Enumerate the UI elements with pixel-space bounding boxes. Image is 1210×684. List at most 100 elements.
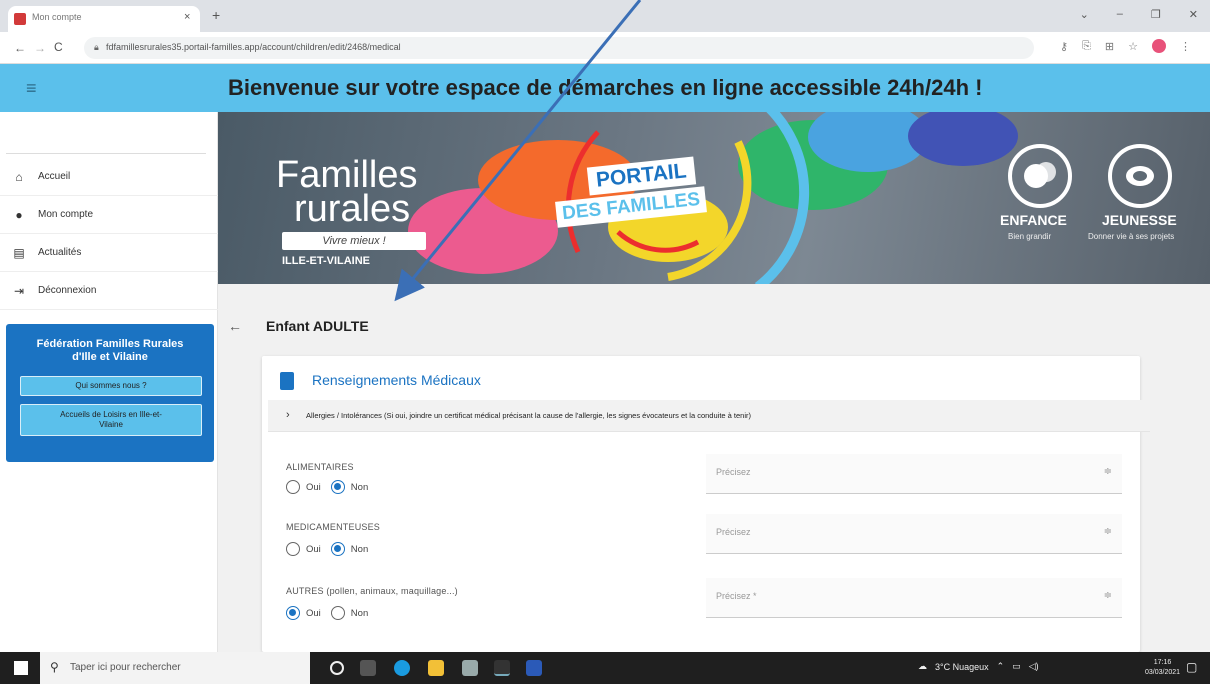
sidebar-item-label: Mon compte (38, 209, 94, 220)
windows-taskbar: ⚲ Taper ici pour rechercher ☁ 3°C Nuageu… (0, 652, 1210, 684)
sidebar-item-deconnexion[interactable]: ⇥ Déconnexion (0, 272, 218, 310)
windows-start-icon[interactable] (14, 661, 28, 675)
tray-up-icon[interactable]: ⌃ (997, 661, 1005, 672)
qui-sommes-nous-button[interactable]: Qui sommes nous ? (20, 376, 202, 396)
autres-radio-group: Oui Non (286, 606, 368, 620)
favicon-icon (14, 13, 26, 25)
weather-icon: ☁ (918, 661, 927, 671)
resize-icon: ≑ (1103, 526, 1112, 537)
sidebar-item-mon-compte[interactable]: ● Mon compte (0, 196, 218, 234)
browser-menu-icon[interactable]: ⋮ (1180, 40, 1191, 53)
volume-icon[interactable]: ◁) (1029, 661, 1039, 672)
key-icon[interactable]: ⚷ (1060, 40, 1068, 53)
file-explorer-icon[interactable] (428, 660, 444, 676)
tab-title: Mon compte (32, 12, 82, 22)
jeunesse-subtitle: Donner vie à ses projets (1088, 232, 1175, 241)
accueils-loisirs-button[interactable]: Accueils de Loisirs en Ille-et- Vilaine (20, 404, 202, 436)
familles-rurales-logo: Familles rurales (276, 154, 418, 230)
radio-oui-selected[interactable] (286, 606, 300, 620)
system-tray: ☁ 3°C Nuageux ⌃ ▭ ◁) (918, 661, 1039, 672)
enfance-title[interactable]: ENFANCE (1000, 212, 1067, 228)
tab-search-icon[interactable]: ⌄ (1080, 8, 1089, 21)
browser-forward-icon[interactable]: → (34, 41, 46, 55)
task-view-icon[interactable] (360, 660, 376, 676)
chevron-right-icon: › (286, 409, 290, 421)
sidebar-top-area (6, 116, 206, 154)
browser-tab[interactable]: Mon compte × (8, 6, 200, 32)
federation-title: Fédération Familles Rurales d'Ille et Vi… (36, 338, 184, 363)
notification-icon[interactable]: ▢ (1186, 660, 1197, 674)
sidebar: ⌂ Accueil ● Mon compte ▤ Actualités ⇥ Dé… (0, 112, 218, 652)
medicamenteuses-radio-group: Oui Non (286, 542, 368, 556)
chrome-icon[interactable] (494, 660, 510, 676)
radio-non-selected[interactable] (330, 542, 345, 556)
accordion-label: Allergies / Intolérances (Si oui, joindr… (306, 411, 751, 420)
logo-tagline: Vivre mieux ! (282, 232, 426, 250)
window-controls: ⌄ – ❐ ✕ (1080, 8, 1198, 21)
network-icon[interactable]: ▭ (1012, 661, 1021, 672)
address-bar[interactable]: 🔒︎ fdfamillesrurales35.portail-familles.… (84, 37, 1034, 59)
reload-icon[interactable]: C (54, 40, 63, 54)
share-icon[interactable]: ⎘ (1082, 40, 1091, 53)
extension-icon[interactable]: ⊞ (1105, 40, 1114, 53)
taskbar-search-input[interactable]: ⚲ Taper ici pour rechercher (40, 652, 310, 684)
lock-icon: 🔒︎ (94, 42, 99, 52)
enfance-icon[interactable] (1008, 144, 1072, 208)
alimentaires-precisez-field[interactable]: Précisez ≑ (706, 454, 1122, 494)
portail-des-familles-logo: PORTAIL DES FAMILLES (555, 156, 746, 228)
radio-non[interactable] (330, 606, 345, 620)
profile-avatar[interactable] (1151, 39, 1166, 53)
edge-icon[interactable] (394, 660, 410, 676)
allergy-row-label: AUTRES (pollen, animaux, maquillage...) (286, 586, 458, 596)
hamburger-icon[interactable]: ≡ (26, 78, 37, 99)
sidebar-item-accueil[interactable]: ⌂ Accueil (0, 158, 218, 196)
clipboard-icon (280, 372, 294, 390)
card-title: Renseignements Médicaux (312, 372, 481, 388)
weather-text[interactable]: 3°C Nuageux (935, 662, 989, 672)
arrow-left-icon[interactable]: ← (228, 318, 242, 334)
autres-precisez-field[interactable]: Précisez * ≑ (706, 578, 1122, 618)
sidebar-item-label: Actualités (38, 247, 82, 258)
browser-back-icon[interactable]: ← (14, 41, 26, 55)
browser-tab-bar: Mon compte × + ⌄ – ❐ ✕ (0, 0, 1210, 32)
welcome-banner-text: Bienvenue sur votre espace de démarches … (228, 75, 983, 100)
search-icon: ⚲ (50, 660, 59, 674)
radio-oui[interactable] (286, 480, 300, 494)
app-icon[interactable] (462, 660, 478, 676)
site-header: ≡ Bienvenue sur votre espace de démarche… (0, 64, 1210, 112)
extensions-area: ⚷ ⎘ ⊞ ☆ ⋮ (1060, 39, 1191, 53)
close-tab-icon[interactable]: × (184, 11, 190, 23)
allergy-row-label: ALIMENTAIRES (286, 462, 354, 472)
browser-toolbar: ← → C 🔒︎ fdfamillesrurales35.portail-fam… (0, 32, 1210, 64)
sidebar-item-label: Accueil (38, 171, 71, 182)
minimize-button[interactable]: – (1117, 8, 1123, 21)
page-title: Enfant ADULTE (266, 318, 369, 334)
hero-banner: Familles rurales Vivre mieux ! ILLE-ET-V… (218, 112, 1210, 284)
jeunesse-title[interactable]: JEUNESSE (1102, 212, 1177, 228)
federation-box: Fédération Familles Rurales d'Ille et Vi… (6, 324, 214, 462)
radio-non-selected[interactable] (330, 480, 345, 494)
enfance-subtitle: Bien grandir (1008, 232, 1052, 241)
jeunesse-icon[interactable] (1108, 144, 1172, 208)
star-icon[interactable]: ☆ (1128, 40, 1138, 53)
resize-icon: ≑ (1103, 466, 1112, 477)
news-icon: ▤ (13, 245, 25, 260)
logo-region: ILLE-ET-VILAINE (282, 255, 370, 267)
word-icon[interactable] (526, 660, 542, 676)
sidebar-item-actualites[interactable]: ▤ Actualités (0, 234, 218, 272)
account-icon: ● (15, 207, 23, 222)
radio-oui[interactable] (286, 542, 300, 556)
allergies-accordion[interactable]: › Allergies / Intolérances (Si oui, join… (268, 400, 1150, 432)
close-window-button[interactable]: ✕ (1189, 8, 1198, 21)
sidebar-item-label: Déconnexion (38, 285, 97, 296)
logout-icon: ⇥ (13, 283, 25, 298)
home-icon: ⌂ (15, 169, 23, 184)
medicamenteuses-precisez-field[interactable]: Précisez ≑ (706, 514, 1122, 554)
alimentaires-radio-group: Oui Non (286, 480, 368, 494)
taskbar-clock[interactable]: 17:16 03/03/2021 (1145, 658, 1180, 678)
url-text: fdfamillesrurales35.portail-familles.app… (106, 42, 401, 52)
new-tab-button[interactable]: + (212, 7, 220, 23)
medical-info-card: Renseignements Médicaux › Allergies / In… (262, 356, 1150, 652)
cortana-icon[interactable] (330, 661, 344, 675)
maximize-button[interactable]: ❐ (1151, 8, 1161, 21)
